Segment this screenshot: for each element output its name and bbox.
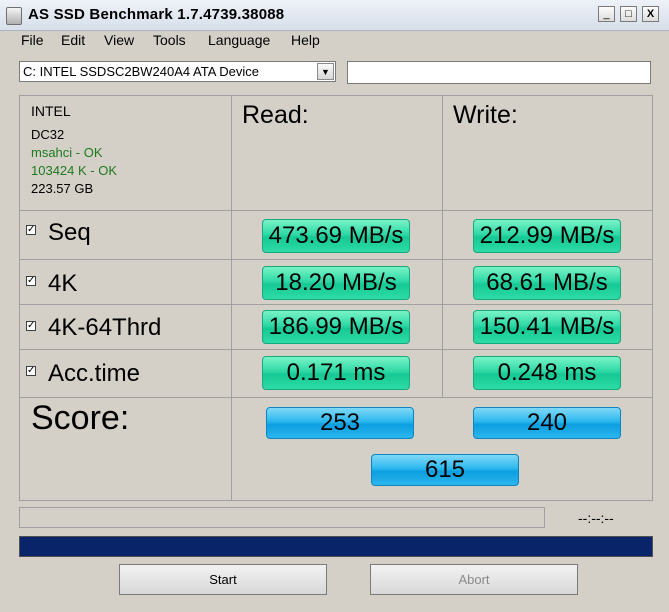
status-text-field[interactable]	[347, 61, 651, 84]
drive-size: 223.57 GB	[31, 181, 94, 196]
minimize-button[interactable]: _	[598, 6, 615, 22]
close-button[interactable]: X	[642, 6, 659, 22]
drive-vendor: INTEL	[31, 103, 71, 119]
grid-divider	[442, 95, 443, 398]
start-button[interactable]: Start	[119, 564, 327, 595]
window-title: AS SSD Benchmark 1.7.4739.38088	[28, 6, 285, 23]
read-score: 253	[266, 407, 414, 439]
row-label-seq: Seq	[48, 219, 91, 246]
4k-write-value: 68.61 MB/s	[473, 266, 621, 300]
write-score: 240	[473, 407, 621, 439]
maximize-button[interactable]: □	[620, 6, 637, 22]
4k64-write-value: 150.41 MB/s	[473, 310, 621, 344]
title-bar: AS SSD Benchmark 1.7.4739.38088 _ □ X	[0, 0, 669, 31]
progress-bar	[19, 536, 653, 557]
row-label-4k64thrd: 4K-64Thrd	[48, 314, 162, 341]
app-drive-icon	[6, 7, 22, 25]
4k-read-value: 18.20 MB/s	[262, 266, 410, 300]
score-label: Score:	[31, 399, 130, 437]
4k64-checkbox[interactable]: ✓	[26, 321, 36, 331]
read-header: Read:	[242, 101, 309, 129]
grid-divider	[19, 349, 653, 350]
driver-status: msahci - OK	[31, 145, 103, 160]
4k64-read-value: 186.99 MB/s	[262, 310, 410, 344]
menu-bar: File Edit View Tools Language Help	[0, 30, 669, 52]
status-bar	[19, 507, 545, 528]
abort-button[interactable]: Abort	[370, 564, 578, 595]
drive-select-value: C: INTEL SSDSC2BW240A4 ATA Device	[23, 64, 260, 79]
4k-checkbox[interactable]: ✓	[26, 276, 36, 286]
grid-divider	[19, 210, 653, 211]
alignment-status: 103424 K - OK	[31, 163, 117, 178]
acctime-write-value: 0.248 ms	[473, 356, 621, 390]
total-score: 615	[371, 454, 519, 486]
seq-write-value: 212.99 MB/s	[473, 219, 621, 253]
menu-language[interactable]: Language	[208, 32, 270, 48]
drive-firmware: DC32	[31, 127, 65, 142]
menu-tools[interactable]: Tools	[153, 32, 186, 48]
seq-read-value: 473.69 MB/s	[262, 219, 410, 253]
grid-divider	[19, 259, 653, 260]
grid-divider	[19, 304, 653, 305]
row-label-acctime: Acc.time	[48, 360, 141, 387]
grid-divider	[231, 95, 232, 501]
menu-file[interactable]: File	[21, 32, 44, 48]
elapsed-time: --:--:--	[578, 510, 614, 526]
write-header: Write:	[453, 101, 518, 129]
menu-help[interactable]: Help	[291, 32, 320, 48]
menu-edit[interactable]: Edit	[61, 32, 85, 48]
seq-checkbox[interactable]: ✓	[26, 225, 36, 235]
menu-view[interactable]: View	[104, 32, 134, 48]
drive-select[interactable]: C: INTEL SSDSC2BW240A4 ATA Device ▼	[19, 61, 336, 82]
app-window: AS SSD Benchmark 1.7.4739.38088 _ □ X Fi…	[0, 0, 669, 612]
acctime-read-value: 0.171 ms	[262, 356, 410, 390]
chevron-down-icon[interactable]: ▼	[317, 63, 334, 80]
row-label-4k: 4K	[48, 270, 78, 297]
grid-divider	[19, 397, 653, 398]
acctime-checkbox[interactable]: ✓	[26, 366, 36, 376]
